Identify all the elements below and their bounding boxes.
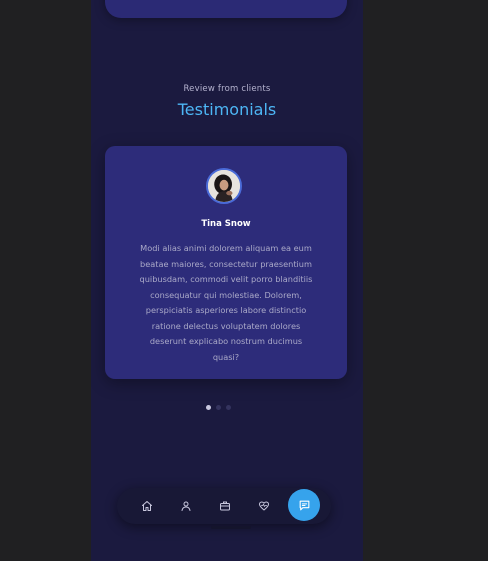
section-subtitle: Review from clients bbox=[183, 84, 271, 94]
briefcase-icon bbox=[220, 501, 230, 511]
nav-portfolio[interactable] bbox=[215, 496, 235, 516]
reviewer-name: Tina Snow bbox=[201, 219, 251, 229]
nav-about[interactable] bbox=[176, 496, 196, 516]
pagination-dot-2[interactable] bbox=[216, 405, 221, 410]
testimonial-card[interactable]: Tina Snow Modi alias animi dolorem aliqu… bbox=[105, 146, 347, 379]
nav-contact[interactable] bbox=[288, 489, 320, 521]
user-icon bbox=[181, 501, 191, 511]
heart-pulse-icon bbox=[259, 501, 269, 511]
pagination-dot-1[interactable] bbox=[206, 405, 211, 410]
home-indicator bbox=[211, 526, 251, 529]
testimonial-quote: Modi alias animi dolorem aliquam ea eum … bbox=[139, 243, 313, 362]
pagination-dot-3[interactable] bbox=[226, 405, 231, 410]
carousel-pagination bbox=[206, 405, 231, 413]
section-title: Testimonials bbox=[177, 100, 277, 119]
phone-screen: Review from clients Testimonials Tina Sn… bbox=[91, 0, 363, 561]
home-icon bbox=[142, 501, 152, 511]
user-photo-icon bbox=[208, 170, 240, 202]
previous-section-card bbox=[105, 0, 347, 18]
nav-home[interactable] bbox=[137, 496, 157, 516]
message-icon bbox=[299, 500, 309, 510]
nav-services[interactable] bbox=[254, 496, 274, 516]
avatar bbox=[206, 168, 242, 204]
bottom-nav bbox=[117, 488, 331, 524]
